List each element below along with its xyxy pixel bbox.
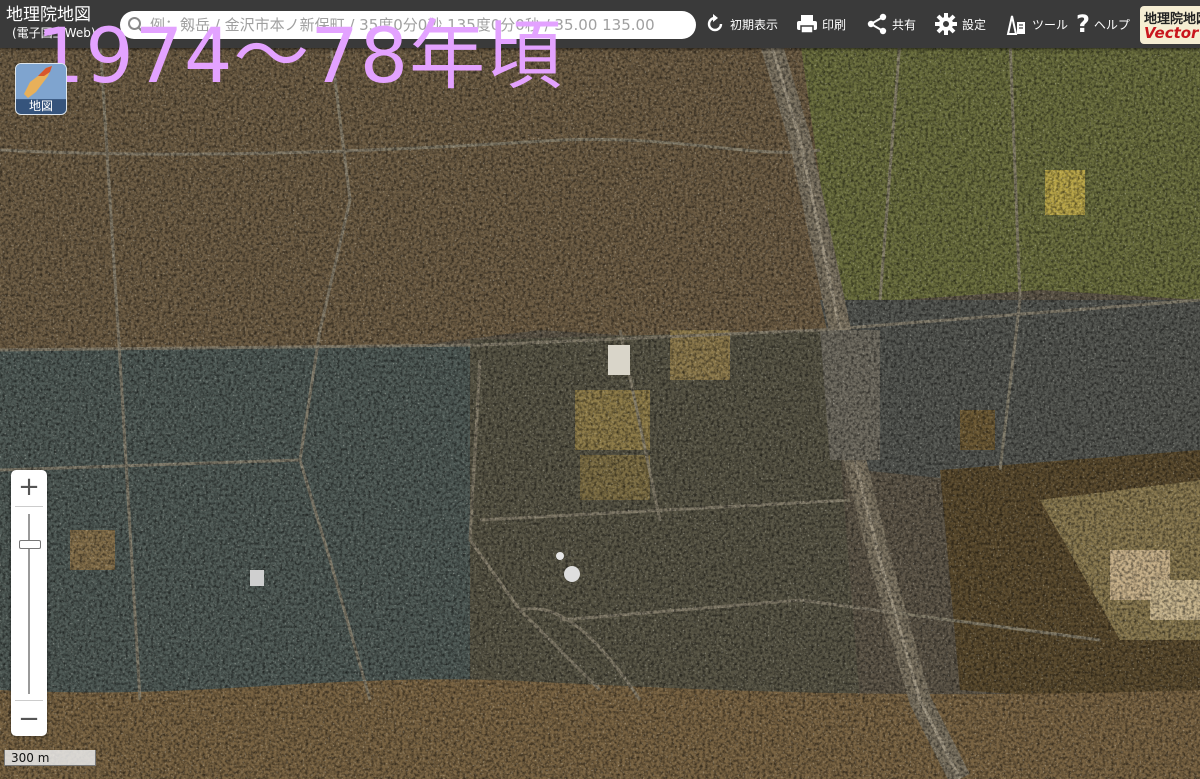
vector-logo[interactable]: 地理院地図 Vector <box>1140 6 1200 44</box>
period-overlay-title: 1974～78年頃 <box>36 11 564 100</box>
help-icon: ? <box>1076 10 1090 38</box>
tools-label: ツール <box>1032 17 1069 32</box>
reset-icon <box>707 14 723 32</box>
tools-button[interactable]: ツール <box>1004 8 1068 40</box>
zoom-out-button[interactable]: − <box>11 702 47 736</box>
aerial-photo-imagery <box>0 0 1200 779</box>
map-thumbnail-icon <box>16 64 66 100</box>
print-icon <box>797 15 817 34</box>
zoom-slider-handle[interactable] <box>19 540 41 549</box>
layer-selector-button[interactable]: 地図 <box>15 63 67 115</box>
reset-view-label: 初期表示 <box>730 17 779 32</box>
scale-bar: 300 m <box>4 750 96 766</box>
print-button[interactable]: 印刷 <box>796 8 846 40</box>
help-label: ヘルプ <box>1093 17 1130 32</box>
settings-button[interactable]: 設定 <box>934 8 986 40</box>
reset-view-button[interactable]: 初期表示 <box>704 8 778 40</box>
aerial-photo-map[interactable] <box>0 0 1200 779</box>
zoom-divider <box>15 506 43 507</box>
share-label: 共有 <box>892 17 917 32</box>
help-button[interactable]: ? ヘルプ <box>1076 8 1130 40</box>
settings-label: 設定 <box>962 17 987 32</box>
zoom-in-button[interactable]: + <box>11 470 47 504</box>
logo-line2: Vector <box>1144 24 1199 42</box>
zoom-divider <box>15 700 43 701</box>
gear-icon <box>935 13 957 35</box>
share-button[interactable]: 共有 <box>866 8 916 40</box>
share-icon <box>867 13 887 35</box>
layer-selector-label: 地図 <box>16 99 66 114</box>
zoom-control: + − <box>11 470 47 736</box>
print-label: 印刷 <box>822 17 847 32</box>
tool-icon <box>1006 15 1025 35</box>
